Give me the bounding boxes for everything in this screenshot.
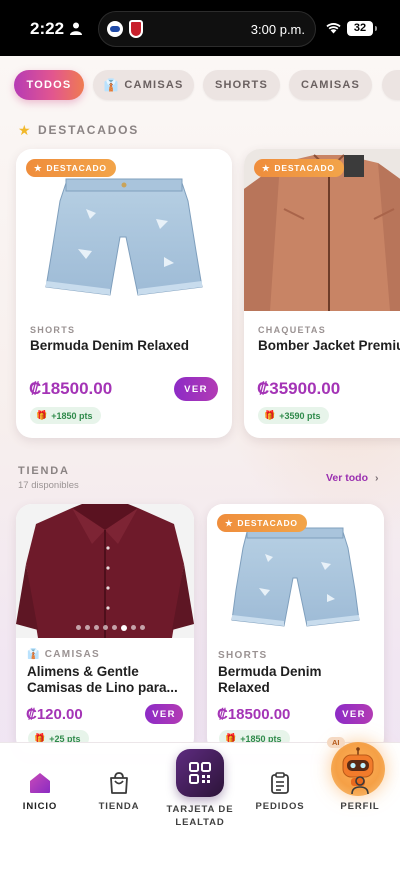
featured-badge: ★ DESTACADO <box>254 159 344 177</box>
product-card[interactable]: 👔 CAMISAS Alimens & Gentle Camisas de Li… <box>16 504 194 754</box>
status-time: 2:22 <box>30 19 65 38</box>
gift-icon: 🎁 <box>264 410 276 420</box>
gift-icon: 🎁 <box>36 410 48 420</box>
bottom-navigation: INICIO TIENDA TARJETA DE LEALTAD PEDIDOS <box>0 737 400 870</box>
product-price: ₡120.00 <box>26 706 83 723</box>
product-price: ₡18500.00 <box>217 706 291 723</box>
qr-code-icon <box>189 762 211 784</box>
chevron-right-icon: › <box>374 472 379 484</box>
star-icon: ★ <box>34 162 43 173</box>
product-name: Bomber Jacket Premium <box>258 338 400 353</box>
product-category: 👔 CAMISAS <box>27 649 100 660</box>
loyalty-card-button[interactable] <box>176 749 224 797</box>
store-title: TIENDA <box>18 465 70 477</box>
nav-loyalty-label[interactable]: TARJETA DE LEALTAD <box>160 803 240 829</box>
filter-chip-shorts[interactable]: SHORTS <box>203 70 280 100</box>
view-product-button[interactable]: VER <box>174 377 218 401</box>
product-category: SHORTS <box>218 650 268 661</box>
filter-chip-more[interactable] <box>382 70 400 100</box>
filter-chip-todos[interactable]: TODOS <box>14 70 84 100</box>
nav-home-label: INICIO <box>22 801 58 812</box>
wifi-icon <box>326 23 341 34</box>
product-price: ₡18500.00 <box>29 379 113 398</box>
product-category: SHORTS <box>30 325 76 335</box>
filter-chip-camisas[interactable]: 👔 CAMISAS <box>93 70 194 100</box>
person-icon <box>70 22 82 35</box>
home-icon <box>30 773 50 793</box>
view-product-button[interactable]: VER <box>145 704 183 724</box>
product-price: ₡35900.00 <box>257 379 341 398</box>
shirt-icon: 👔 <box>27 649 41 660</box>
view-product-button[interactable]: VER <box>335 704 373 724</box>
ai-badge: AI <box>327 737 345 748</box>
sports-team-icon <box>107 21 123 37</box>
product-name: Alimens & Gentle Camisas de Lino para... <box>27 664 178 695</box>
store-count: 17 disponibles <box>18 480 79 491</box>
points-badge: 🎁 +3590 pts <box>258 407 329 424</box>
points-badge: 🎁 +1850 pts <box>30 407 101 424</box>
product-category: CHAQUETAS <box>258 325 327 335</box>
status-bar: 2:22 3:00 p.m. 32 <box>0 0 400 56</box>
product-image <box>16 504 194 638</box>
nav-store-label: TIENDA <box>98 801 140 812</box>
dynamic-island[interactable]: 3:00 p.m. <box>98 11 316 47</box>
team-crest-icon <box>129 20 143 38</box>
clipboard-icon <box>271 772 289 794</box>
battery-icon: 32 <box>347 21 377 36</box>
star-icon: ★ <box>262 162 271 173</box>
product-card[interactable]: ★ DESTACADO SHORTS Bermuda Denim Relaxed… <box>207 504 384 754</box>
user-icon <box>351 776 369 795</box>
carousel-indicator[interactable] <box>76 624 145 631</box>
see-all-link[interactable]: Ver todo › <box>326 472 378 484</box>
featured-card[interactable]: ★ DESTACADO SHORTS Bermuda Denim Relaxed… <box>16 149 232 438</box>
featured-title: DESTACADOS <box>38 123 140 137</box>
star-icon: ★ <box>225 517 234 528</box>
nav-profile-label: PERFIL <box>340 801 380 812</box>
product-name: Bermuda Denim Relaxed <box>218 664 322 695</box>
shopping-bag-icon <box>110 772 128 794</box>
featured-card[interactable]: ★ DESTACADO CHAQUETAS Bomber Jacket Prem… <box>244 149 400 438</box>
filter-chip-camisas-2[interactable]: CAMISAS <box>289 70 372 100</box>
star-icon: ★ <box>18 122 31 138</box>
nav-orders-label: PEDIDOS <box>255 801 305 812</box>
product-name: Bermuda Denim Relaxed <box>30 338 190 353</box>
island-time: 3:00 p.m. <box>250 22 305 37</box>
featured-badge: ★ DESTACADO <box>217 514 307 532</box>
featured-badge: ★ DESTACADO <box>26 159 116 177</box>
shirt-icon: 👔 <box>103 78 119 92</box>
